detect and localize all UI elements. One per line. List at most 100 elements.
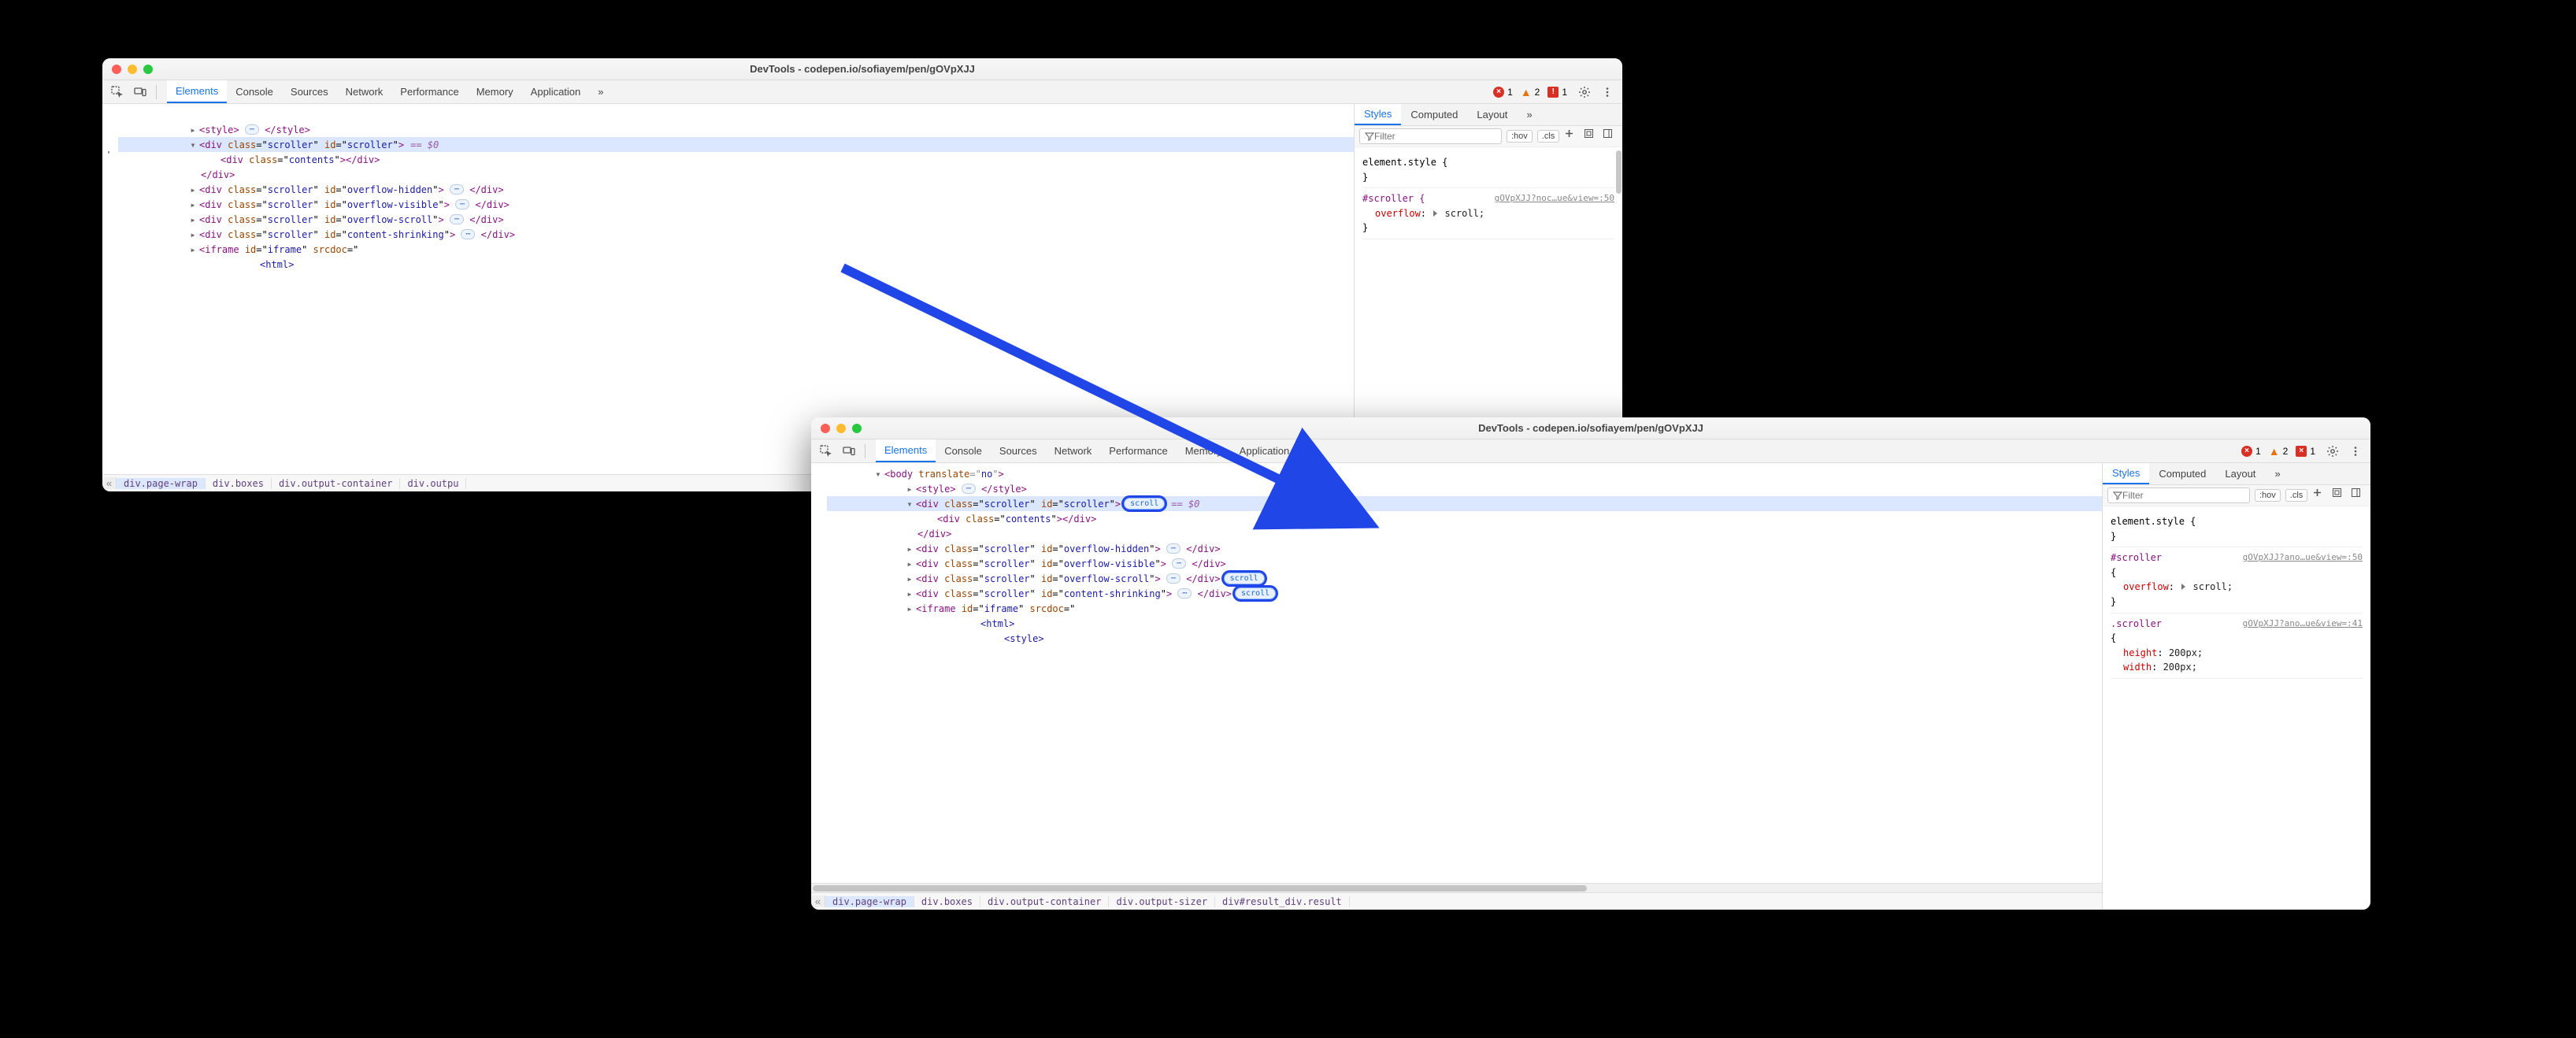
tab-elements[interactable]: Elements (167, 80, 227, 103)
dom-tree[interactable]: ▾<body translate="no"> ▸ <style> ⋯ </sty… (811, 463, 2102, 883)
breadcrumb-scroll-left-icon[interactable]: « (102, 477, 117, 489)
rule-source-link[interactable]: gOVpXJJ?ano…ue&view=:41 (2243, 617, 2363, 630)
styles-rules[interactable]: element.style { } gOVpXJJ?noc…ue&view=:5… (1355, 147, 1622, 244)
cls-toggle[interactable]: .cls (2285, 489, 2308, 502)
inspect-element-icon[interactable] (107, 82, 128, 102)
tree-row-iframe[interactable]: ▸ <iframe id="iframe" srcdoc=" (118, 242, 1354, 257)
gear-icon[interactable] (2322, 441, 2343, 462)
hov-toggle[interactable]: :hov (2255, 489, 2281, 502)
issues-count[interactable]: ​×1 (2296, 446, 2315, 457)
gear-icon[interactable] (1574, 82, 1595, 102)
styles-filter-input[interactable] (2122, 490, 2244, 501)
tree-row-close[interactable]: </div> (118, 167, 1354, 182)
cls-toggle[interactable]: .cls (1537, 130, 1560, 143)
maximize-icon[interactable] (852, 424, 862, 433)
breadcrumb-scroll-left-icon[interactable]: « (811, 895, 825, 907)
maximize-icon[interactable] (143, 65, 153, 74)
breadcrumb[interactable]: « div.page-wrap div.boxes div.output-con… (811, 892, 2102, 910)
tree-row-iframe[interactable]: ▸ <iframe id="iframe" srcdoc=" (827, 601, 2102, 616)
scroll-badge[interactable]: scroll (1124, 498, 1165, 510)
breadcrumb-item[interactable]: div.output-container (980, 896, 1110, 907)
breadcrumb-item[interactable]: div.output-container (272, 478, 401, 489)
error-count[interactable]: ×1 (2241, 446, 2261, 457)
tabs-overflow-icon[interactable]: » (1298, 439, 1321, 462)
styles-rules[interactable]: element.style { } gOVpXJJ?ano…ue&view=:5… (2103, 506, 2370, 684)
toggle-sidebar-icon[interactable] (1603, 128, 1618, 144)
side-tabs-overflow-icon[interactable]: » (2265, 463, 2289, 484)
collapsed-ellipsis-icon[interactable]: ⋯ (1172, 558, 1186, 569)
tree-row-overflow-visible[interactable]: ▸ <div class="scroller" id="overflow-vis… (118, 197, 1354, 212)
kebab-menu-icon[interactable] (2345, 441, 2366, 462)
collapsed-ellipsis-icon[interactable]: ⋯ (450, 184, 464, 195)
side-tab-styles[interactable]: Styles (2103, 463, 2149, 484)
tabs-overflow-icon[interactable]: » (589, 80, 612, 103)
tab-network[interactable]: Network (1046, 439, 1101, 462)
minimize-icon[interactable] (128, 65, 137, 74)
device-toolbar-icon[interactable] (130, 82, 150, 102)
collapsed-ellipsis-icon[interactable]: ⋯ (1166, 543, 1181, 554)
css-prop[interactable]: height (2123, 647, 2157, 658)
styles-filter[interactable] (2107, 487, 2250, 503)
tree-row-iframe-html[interactable]: <html> (827, 616, 2102, 631)
tree-row-scroller-selected[interactable]: ▾ <div class="scroller" id="scroller"> s… (827, 496, 2102, 511)
warning-count[interactable]: ▲2 (1521, 86, 1540, 98)
tree-row-iframe-style[interactable]: <style> (827, 631, 2102, 646)
inspect-element-icon[interactable] (816, 441, 836, 462)
tree-row-contents[interactable]: <div class="contents"></div> (827, 511, 2102, 526)
breadcrumb-item[interactable]: div.boxes (206, 478, 272, 489)
tree-row-content-shrinking[interactable]: ▸ <div class="scroller" id="content-shri… (827, 586, 2102, 601)
tab-console[interactable]: Console (936, 439, 991, 462)
close-icon[interactable] (821, 424, 830, 433)
tab-performance[interactable]: Performance (391, 80, 467, 103)
tab-elements[interactable]: Elements (876, 439, 936, 462)
tree-row-close[interactable]: </div> (827, 526, 2102, 541)
tree-row-overflow-hidden[interactable]: ▸ <div class="scroller" id="overflow-hid… (827, 541, 2102, 556)
collapsed-ellipsis-icon[interactable]: ⋯ (461, 229, 475, 239)
breadcrumb-item[interactable]: div.outpu (400, 478, 466, 489)
styles-scrollbar[interactable] (1614, 147, 1622, 244)
collapsed-ellipsis-icon[interactable]: ⋯ (1166, 573, 1181, 584)
collapsed-ellipsis-icon[interactable]: ⋯ (1177, 588, 1192, 599)
tab-network[interactable]: Network (337, 80, 392, 103)
tree-row-content-shrinking[interactable]: ▸ <div class="scroller" id="content-shri… (118, 227, 1354, 242)
css-prop[interactable]: width (2123, 662, 2152, 673)
breadcrumb-item[interactable]: div.page-wrap (117, 478, 206, 489)
toggle-sidebar-icon[interactable] (2351, 487, 2366, 503)
tree-row-body[interactable]: x (118, 107, 1354, 122)
tab-memory[interactable]: Memory (1177, 439, 1231, 462)
rule-selector[interactable]: #scroller { (1362, 193, 1425, 204)
error-count[interactable]: ×1 (1493, 87, 1513, 98)
tab-application[interactable]: Application (1231, 439, 1299, 462)
device-toolbar-icon[interactable] (839, 441, 859, 462)
new-style-rule-icon[interactable] (2312, 487, 2327, 503)
breadcrumb-item[interactable]: div.output-sizer (1109, 896, 1215, 907)
tab-sources[interactable]: Sources (282, 80, 337, 103)
css-value[interactable]: scroll; (2192, 581, 2233, 592)
hov-toggle[interactable]: :hov (1507, 130, 1533, 143)
issues-count[interactable]: ​!1 (1547, 87, 1567, 98)
computed-styles-icon[interactable] (2332, 487, 2347, 503)
styles-filter[interactable] (1359, 128, 1502, 144)
warning-count[interactable]: ▲2 (2269, 445, 2289, 458)
breadcrumb-item[interactable]: div.page-wrap (825, 896, 914, 907)
styles-filter-input[interactable] (1374, 131, 1496, 142)
side-tab-computed[interactable]: Computed (1401, 104, 1467, 125)
tab-memory[interactable]: Memory (468, 80, 522, 103)
tree-row-contents[interactable]: <div class="contents"></div> (118, 152, 1354, 167)
collapsed-ellipsis-icon[interactable]: ⋯ (455, 199, 469, 209)
side-tab-computed[interactable]: Computed (2149, 463, 2215, 484)
tree-row-overflow-visible[interactable]: ▸ <div class="scroller" id="overflow-vis… (827, 556, 2102, 571)
side-tab-styles[interactable]: Styles (1355, 104, 1401, 125)
side-tab-layout[interactable]: Layout (2215, 463, 2265, 484)
tree-row-style[interactable]: ▸ <style> ⋯ </style> (827, 481, 2102, 496)
breadcrumb-item[interactable]: div#result_div.result (1215, 896, 1350, 907)
collapsed-ellipsis-icon[interactable]: ⋯ (962, 484, 976, 494)
scroll-badge[interactable]: scroll (1224, 573, 1265, 584)
tree-row-body[interactable]: ▾<body translate="no"> (827, 466, 2102, 481)
rule-source-link[interactable]: gOVpXJJ?ano…ue&view=:50 (2243, 551, 2363, 564)
tree-row-overflow-hidden[interactable]: ▸ <div class="scroller" id="overflow-hid… (118, 182, 1354, 197)
css-value[interactable]: 200px; (2163, 662, 2197, 673)
new-style-rule-icon[interactable] (1564, 128, 1579, 144)
collapsed-ellipsis-icon[interactable]: ⋯ (245, 124, 259, 135)
tab-console[interactable]: Console (227, 80, 282, 103)
